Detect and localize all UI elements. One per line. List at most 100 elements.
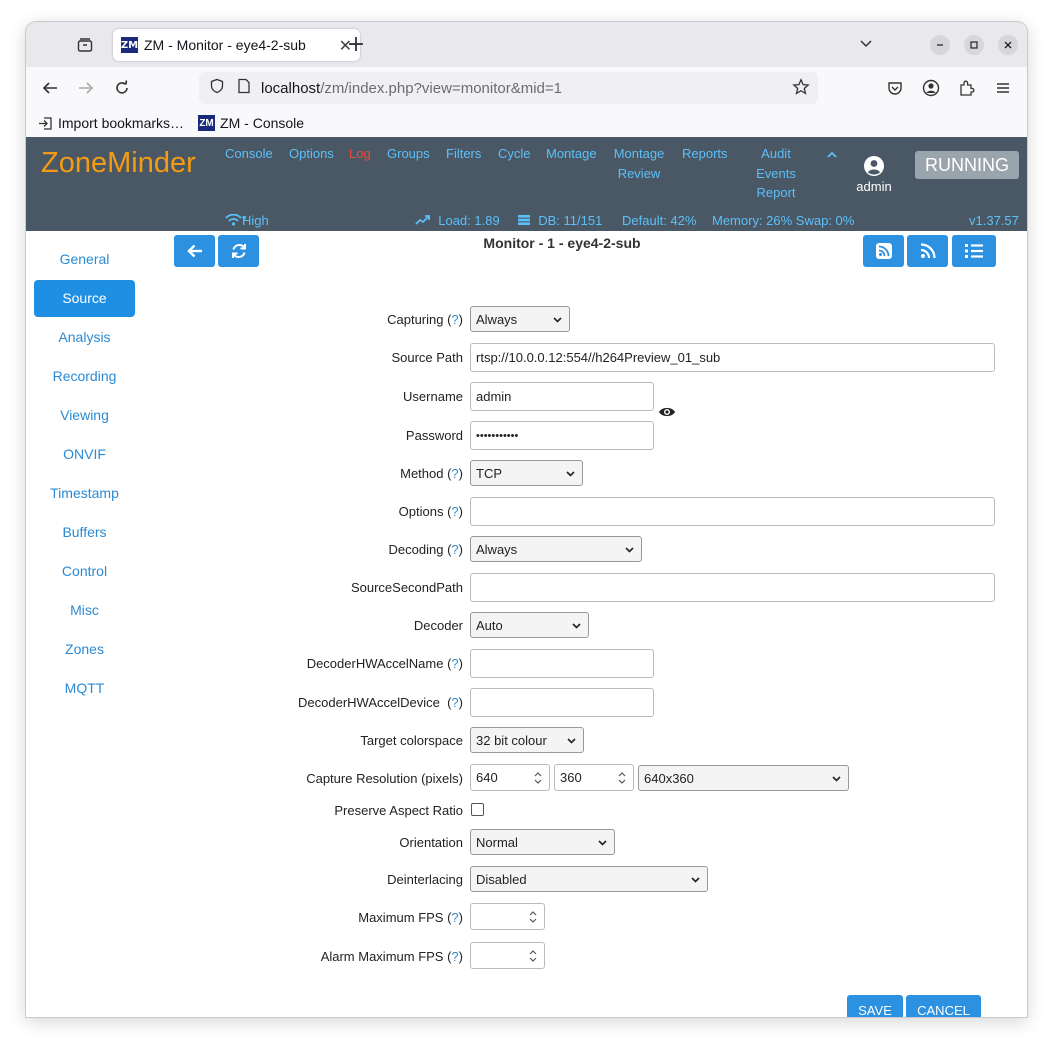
options-label: Options (?) xyxy=(399,504,463,519)
alarm-max-fps-input[interactable] xyxy=(470,942,545,969)
resolution-width-input[interactable]: 640 xyxy=(470,764,550,791)
user-icon xyxy=(864,156,884,176)
resolution-preset-select[interactable]: 640x360 xyxy=(638,765,849,791)
menu-montage-review[interactable]: Montage Review xyxy=(613,144,665,183)
hwaccel-device-label-end: ) xyxy=(458,695,463,710)
reload-icon[interactable] xyxy=(111,77,133,99)
sidebar-item-source[interactable]: Source xyxy=(34,280,135,317)
alarm-max-fps-help-link[interactable]: ? xyxy=(451,949,458,964)
tab-active[interactable]: ZM ZM - Monitor - eye4-2-sub ✕ xyxy=(113,29,360,61)
memory-status: Memory: 26% Swap: 0% xyxy=(712,213,855,228)
back-button[interactable] xyxy=(174,235,215,267)
source-path-input[interactable]: rtsp://10.0.0.12:554//h264Preview_01_sub xyxy=(470,343,995,372)
aspect-ratio-checkbox[interactable] xyxy=(471,803,484,816)
sidebar-item-viewing[interactable]: Viewing xyxy=(34,397,135,434)
sidebar-item-mqtt[interactable]: MQTT xyxy=(34,670,135,707)
list-button[interactable] xyxy=(952,235,996,267)
decoding-select[interactable]: Always xyxy=(470,536,642,562)
sidebar-item-onvif[interactable]: ONVIF xyxy=(34,436,135,473)
url-bar[interactable]: localhost/zm/index.php?view=monitor&mid=… xyxy=(199,72,818,104)
extensions-icon[interactable] xyxy=(956,77,978,99)
menu-audit-events-report[interactable]: Audit Events Report xyxy=(752,144,800,203)
sidebar-item-recording[interactable]: Recording xyxy=(34,358,135,395)
spinner-icon[interactable] xyxy=(533,770,543,786)
password-input[interactable]: ••••••••••• xyxy=(470,421,654,450)
sidebar-item-timestamp[interactable]: Timestamp xyxy=(34,475,135,512)
spinner-icon[interactable] xyxy=(528,948,538,964)
state-button[interactable]: RUNNING xyxy=(915,151,1019,179)
close-window-icon[interactable] xyxy=(998,35,1018,55)
sidebar-item-zones[interactable]: Zones xyxy=(34,631,135,668)
method-select[interactable]: TCP xyxy=(470,460,583,486)
sidebar-item-analysis[interactable]: Analysis xyxy=(34,319,135,356)
decoding-help-link[interactable]: ? xyxy=(451,542,458,557)
sidebar-item-control[interactable]: Control xyxy=(34,553,135,590)
bookmark-zm-console[interactable]: ZM ZM - Console xyxy=(198,115,304,131)
menu-log[interactable]: Log xyxy=(349,144,371,164)
save-button[interactable]: SAVE xyxy=(847,995,903,1017)
page-title: Monitor - 1 - eye4-2-sub xyxy=(483,235,641,251)
sidebar-item-general[interactable]: General xyxy=(34,241,135,278)
decoder-select[interactable]: Auto xyxy=(470,612,589,638)
load-value: Load: 1.89 xyxy=(438,213,500,228)
bandwidth-selector[interactable]: High ▾ xyxy=(225,213,269,228)
menu-reports[interactable]: Reports xyxy=(682,144,728,164)
hwaccel-device-help-link[interactable]: ? xyxy=(451,695,458,710)
colorspace-select[interactable]: 32 bit colour xyxy=(470,727,584,753)
menu-options[interactable]: Options xyxy=(289,144,334,164)
refresh-button[interactable] xyxy=(218,235,259,267)
back-icon[interactable] xyxy=(39,77,61,99)
chevron-down-icon xyxy=(567,738,576,744)
new-tab-icon[interactable]: + xyxy=(344,34,368,58)
menu-icon[interactable] xyxy=(992,77,1014,99)
hwaccel-name-help-link[interactable]: ? xyxy=(451,656,458,671)
refresh-icon xyxy=(231,244,246,258)
sidebar-item-buffers[interactable]: Buffers xyxy=(34,514,135,551)
source-second-path-input[interactable] xyxy=(470,573,995,602)
user-menu[interactable]: admin xyxy=(852,155,896,194)
sidebar-item-misc[interactable]: Misc xyxy=(34,592,135,629)
orientation-select[interactable]: Normal xyxy=(470,829,615,855)
rss-button[interactable] xyxy=(907,235,948,267)
resolution-preset-value: 640x360 xyxy=(644,770,694,786)
maximize-icon[interactable] xyxy=(964,35,984,55)
hwaccel-device-input[interactable] xyxy=(470,688,654,717)
rss-square-button[interactable] xyxy=(863,235,904,267)
menu-montage[interactable]: Montage xyxy=(546,144,597,164)
spinner-icon[interactable] xyxy=(617,770,627,786)
zm-logo[interactable]: ZoneMinder xyxy=(41,147,196,180)
options-help-link[interactable]: ? xyxy=(451,504,458,519)
pocket-icon[interactable] xyxy=(884,77,906,99)
method-help-link[interactable]: ? xyxy=(451,466,458,481)
max-fps-help-link[interactable]: ? xyxy=(451,910,458,925)
chevron-up-icon[interactable] xyxy=(826,149,838,164)
deinterlacing-select[interactable]: Disabled xyxy=(470,866,708,892)
page-info-icon[interactable] xyxy=(237,78,251,98)
hwaccel-name-input[interactable] xyxy=(470,649,654,678)
load-status: Load: 1.89 xyxy=(415,213,500,228)
eye-icon[interactable] xyxy=(658,406,676,422)
capturing-help-link[interactable]: ? xyxy=(451,312,458,327)
chart-line-icon xyxy=(415,215,430,225)
tab-overview-icon[interactable] xyxy=(74,34,96,56)
shield-icon[interactable] xyxy=(209,78,225,98)
max-fps-input[interactable] xyxy=(470,903,545,930)
username-input[interactable]: admin xyxy=(470,382,654,411)
spinner-icon[interactable] xyxy=(528,909,538,925)
resolution-height-input[interactable]: 360 xyxy=(554,764,634,791)
capturing-select[interactable]: Always xyxy=(470,306,570,332)
menu-cycle[interactable]: Cycle xyxy=(498,144,531,164)
account-icon[interactable] xyxy=(920,77,942,99)
chevron-down-icon[interactable] xyxy=(858,35,874,55)
options-input[interactable] xyxy=(470,497,995,526)
menu-filters[interactable]: Filters xyxy=(446,144,481,164)
chevron-down-icon xyxy=(566,471,575,477)
star-icon[interactable] xyxy=(792,78,810,100)
menu-groups[interactable]: Groups xyxy=(387,144,430,164)
cancel-button[interactable]: CANCEL xyxy=(906,995,981,1017)
bookmark-import[interactable]: Import bookmarks… xyxy=(38,115,184,131)
forward-icon[interactable] xyxy=(75,77,97,99)
minimize-icon[interactable] xyxy=(930,35,950,55)
menu-console[interactable]: Console xyxy=(225,144,273,164)
main-content: General Source Analysis Recording Viewin… xyxy=(26,231,1027,1017)
